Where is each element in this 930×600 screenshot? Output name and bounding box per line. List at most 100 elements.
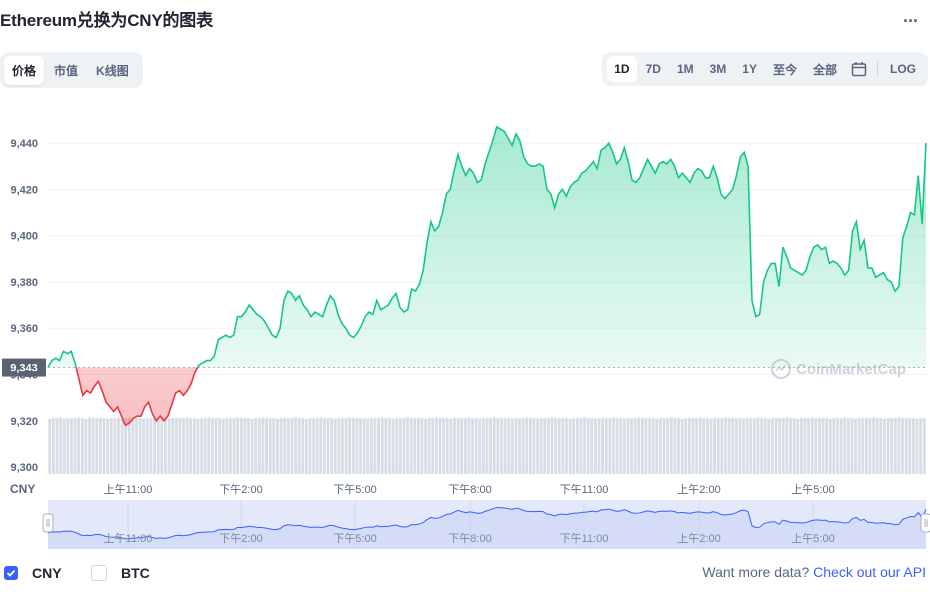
volume-bar [192,418,196,474]
legend-btc[interactable]: BTC [91,565,150,581]
volume-bar [247,418,250,474]
volume-bar [171,418,175,474]
volume-bar [142,418,146,474]
navigator-right-handle[interactable] [920,513,930,533]
volume-bar [59,417,63,474]
volume-bar [366,418,370,474]
volume-bar [861,418,865,474]
volume-bar [528,418,532,474]
volume-bar [709,418,713,474]
volume-bar [178,418,182,474]
volume-bar [536,418,539,474]
volume-bar [507,418,511,474]
volume-bar [276,418,279,474]
volume-bar [424,418,427,474]
x-tick-label: 上午5:00 [791,483,834,496]
volume-bar [52,418,55,474]
price-chart[interactable]: 9,343 9,3009,3209,3409,3609,3809,4009,42… [0,0,930,552]
volume-bar [763,418,767,474]
volume-bar [633,418,637,474]
volume-bar [117,417,120,474]
volume-bar [825,418,829,474]
volume-bar [48,418,52,474]
volume-bar [135,418,138,474]
volume-bar [868,418,872,474]
y-tick-label: 9,320 [10,416,38,428]
volume-bar [846,418,850,474]
volume-bar [673,418,677,474]
volume-bar [189,418,193,474]
volume-bar [687,418,691,474]
volume-bar [77,417,81,474]
volume-bar [290,418,294,474]
volume-bar [218,418,222,474]
currency-axis-label: CNY [10,482,35,496]
api-promo-text: Want more data? [702,564,810,580]
volume-bar [648,418,651,474]
navigator-tick-label: 上午11:00 [104,532,153,545]
volume-bar [463,418,467,474]
legend-cny-label: CNY [32,565,62,581]
volume-bar [351,418,355,474]
legend-cny[interactable]: CNY [4,565,62,581]
y-axis-labels: 9,300 9,320 9,340 9,360 9,380 9,400 9,420 9,440 [10,138,38,474]
volume-bar [702,418,706,474]
volume-bar [720,418,724,474]
volume-bar [474,418,478,474]
volume-bar [767,418,771,474]
volume-bar [792,418,796,474]
volume-bar [908,418,912,474]
volume-bar [391,418,395,474]
volume-bar [445,418,449,474]
volume-bar [369,418,373,474]
volume-bar [774,418,778,474]
volume-bar [236,417,240,474]
volume-bar [435,417,438,474]
volume-bar [510,418,514,474]
volume-bar [409,418,413,474]
volume-bar [106,418,110,474]
volume-bar [449,418,453,474]
volume-bar [257,418,261,474]
volume-bar [514,418,518,474]
volume-bar [167,418,171,474]
volume-bar [492,417,496,474]
volume-bar [91,418,95,474]
volume-bar [395,418,399,474]
volume-bar [532,418,536,474]
volume-bar [630,418,633,474]
volume-bar [799,418,803,474]
volume-bar [214,418,218,474]
volume-bar [239,418,243,474]
volume-bar [70,418,73,474]
checkbox-unchecked-icon[interactable] [91,565,107,581]
api-link[interactable]: Check out our API [813,564,926,580]
volume-bar [55,418,59,474]
volume-bar [550,417,554,474]
volume-bar [619,418,623,474]
volume-bar [145,418,149,474]
navigator-left-handle[interactable] [42,513,54,533]
volume-bar [127,417,131,474]
volume-bar [655,418,659,474]
volume-bar [789,418,792,474]
volume-bar [864,418,868,474]
volume-bar [95,418,99,474]
volume-bar [922,418,926,474]
volume-bar [575,418,579,474]
volume-bar [807,418,810,474]
volume-bar [760,418,764,474]
volume-bar [803,418,807,474]
volume-bar [98,418,102,474]
volume-bar [333,418,337,474]
volume-bar [388,418,391,474]
volume-bar [879,418,883,474]
volume-bar [832,418,836,474]
volume-bars [48,417,926,474]
volume-bar [677,418,680,474]
volume-bar [438,418,442,474]
volume-bar [265,418,269,474]
navigator-tick-label: 上午5:00 [791,532,834,545]
checkbox-checked-icon[interactable] [4,566,18,580]
volume-bar [427,418,431,474]
